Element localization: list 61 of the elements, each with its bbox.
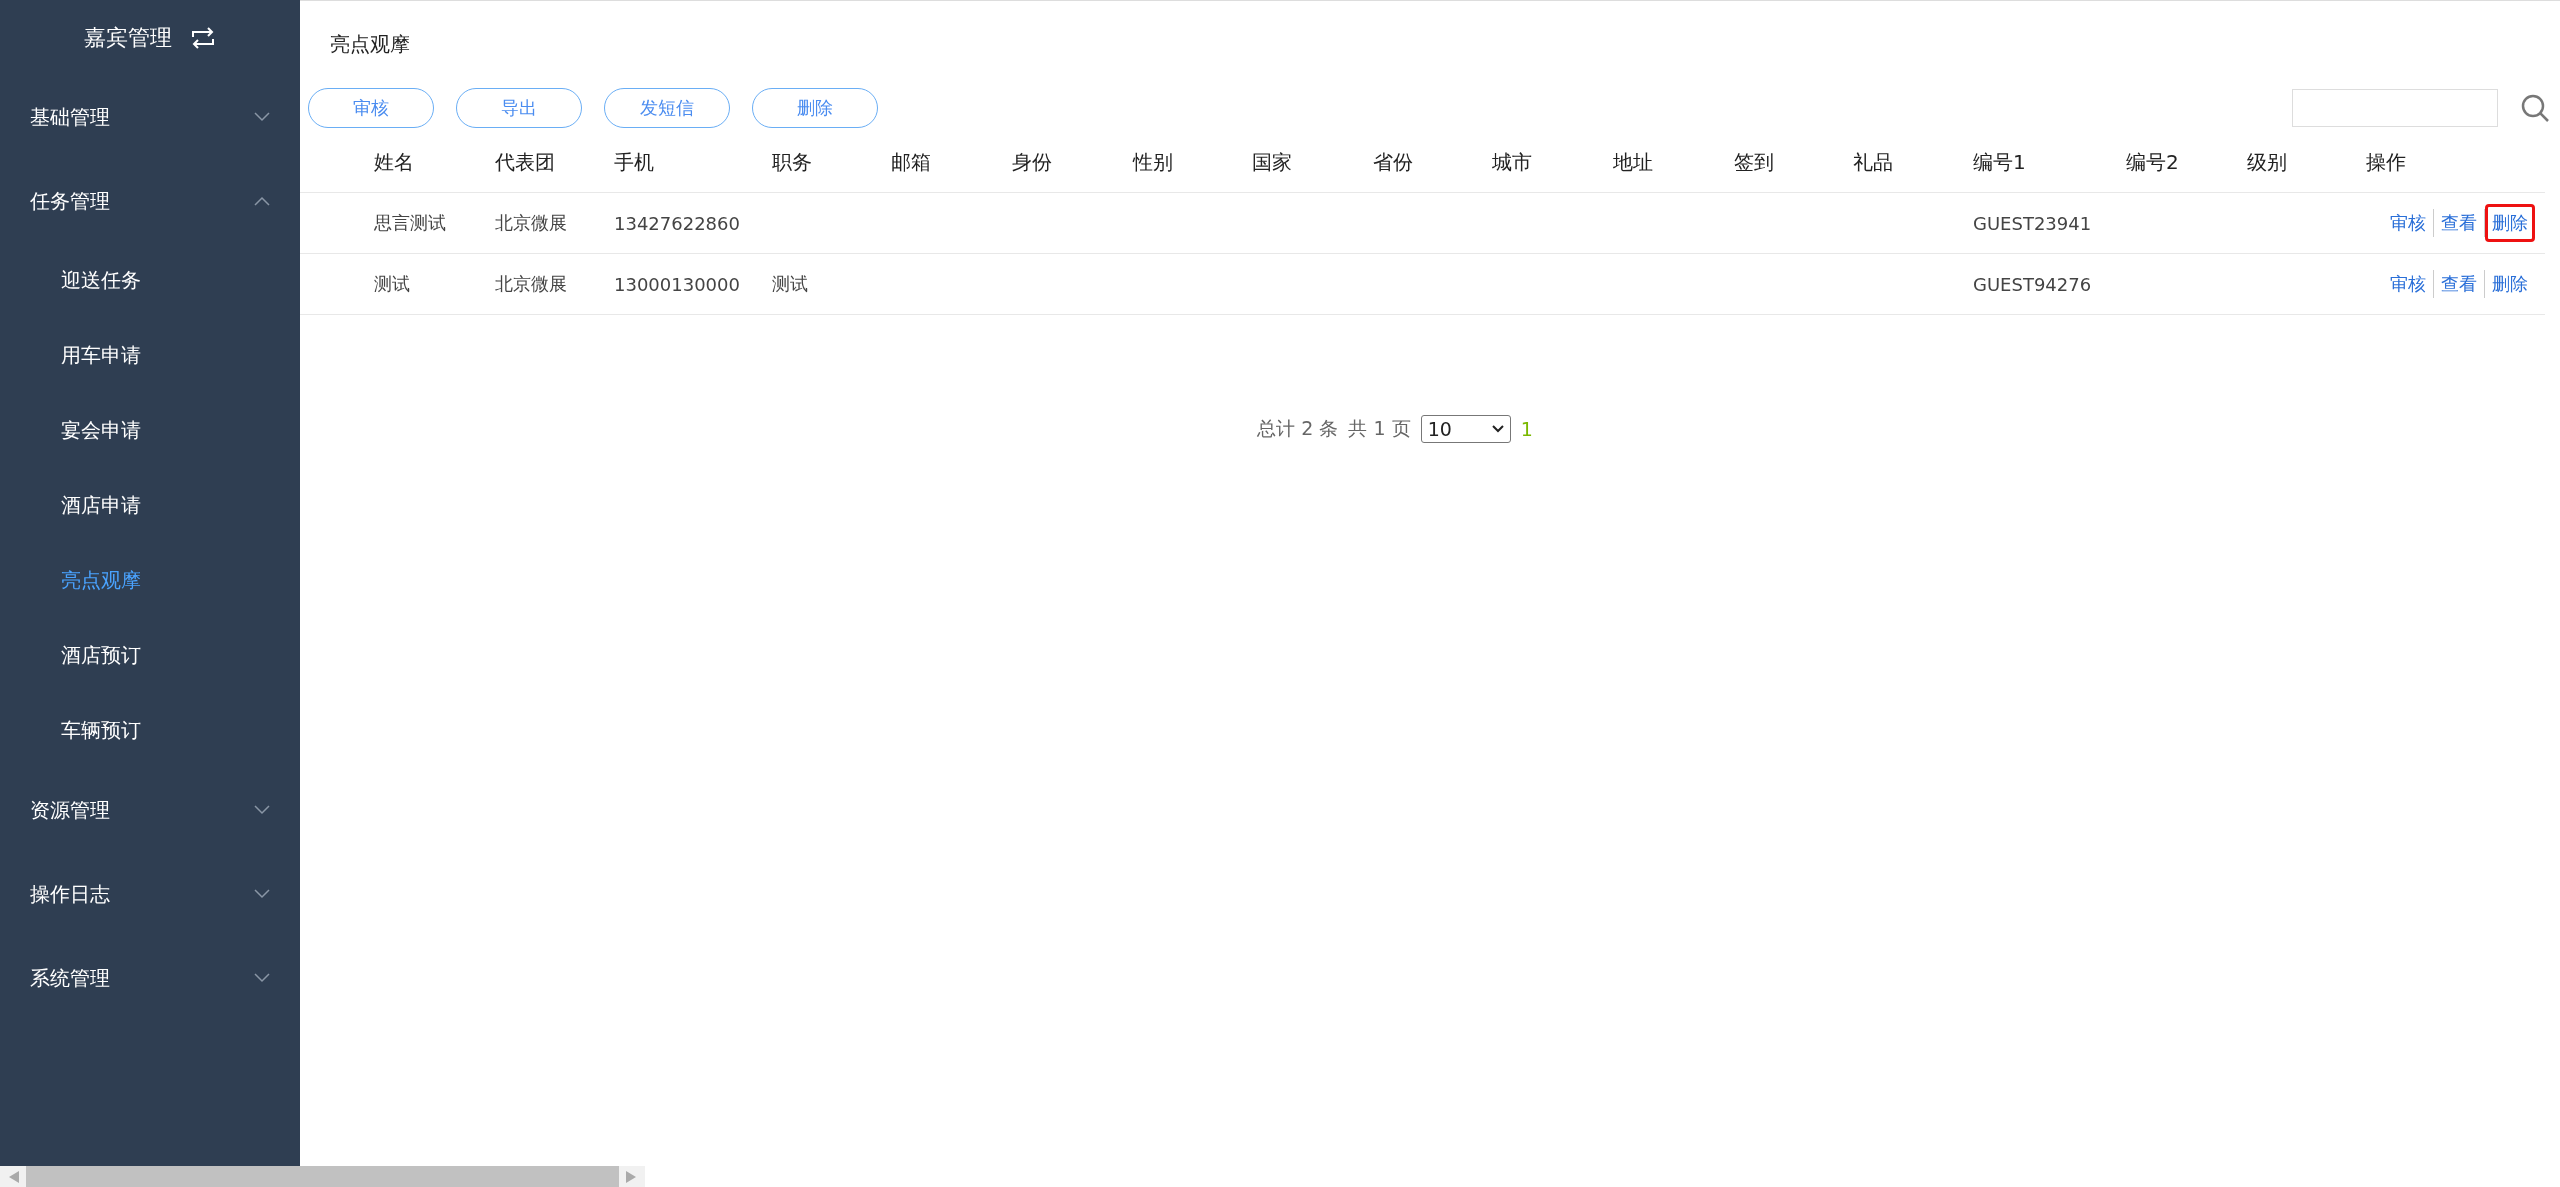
page-size-select[interactable]: 10 — [1420, 415, 1511, 443]
menu-item[interactable]: 酒店预订 — [0, 618, 300, 693]
action-link[interactable]: 审核 — [2383, 265, 2433, 303]
menu-item[interactable]: 车辆预订 — [0, 693, 300, 768]
action-link[interactable]: 审核 — [2383, 204, 2433, 242]
chevron-icon — [254, 196, 270, 206]
scroll-right-icon[interactable] — [625, 1169, 637, 1184]
table-cell: GUEST94276 — [1973, 273, 2092, 295]
menu-item[interactable]: 用车申请 — [0, 318, 300, 393]
menu-group[interactable]: 系统管理 — [0, 936, 300, 1020]
column-header: 地址 — [1613, 148, 1654, 176]
scroll-left-icon[interactable] — [8, 1169, 20, 1184]
column-header: 身份 — [1012, 148, 1053, 176]
menu-item[interactable]: 宴会申请 — [0, 393, 300, 468]
search-icon[interactable] — [2520, 93, 2550, 123]
column-header: 性别 — [1133, 148, 1174, 176]
column-header: 编号2 — [2126, 148, 2180, 176]
menu-item[interactable]: 迎送任务 — [0, 243, 300, 318]
column-header: 级别 — [2247, 148, 2288, 176]
menu-item[interactable]: 亮点观摩 — [0, 543, 300, 618]
column-header: 职务 — [772, 148, 813, 176]
column-header: 姓名 — [374, 148, 415, 176]
table-cell: 13427622860 — [614, 212, 740, 234]
search-field[interactable] — [2292, 89, 2498, 127]
sidebar-title: 嘉宾管理 — [84, 23, 172, 52]
chevron-icon — [254, 889, 270, 899]
column-header: 礼品 — [1853, 148, 1894, 176]
horizontal-scrollbar[interactable] — [0, 1166, 645, 1187]
action-link[interactable]: 删除 — [2485, 265, 2535, 303]
table-cell: 思言测试 — [374, 212, 446, 233]
table-cell: 测试 — [374, 273, 410, 294]
menu-group[interactable]: 资源管理 — [0, 768, 300, 852]
action-link[interactable]: 查看 — [2434, 265, 2484, 303]
menu-group[interactable]: 操作日志 — [0, 852, 300, 936]
swap-arrows-icon[interactable] — [190, 26, 216, 49]
menu-item[interactable]: 酒店申请 — [0, 468, 300, 543]
table-cell: 测试 — [772, 273, 808, 294]
page-count: 共 1 页 — [1348, 416, 1411, 441]
chevron-icon — [254, 973, 270, 983]
table-cell: 13000130000 — [614, 273, 740, 295]
table-cell: 北京微展 — [495, 273, 567, 294]
menu-group[interactable]: 任务管理 — [0, 159, 300, 243]
column-header: 代表团 — [495, 148, 556, 176]
column-header: 手机 — [614, 148, 655, 176]
column-header: 操作 — [2366, 148, 2407, 176]
action-link[interactable]: 删除 — [2485, 204, 2535, 242]
menu-group[interactable]: 基础管理 — [0, 75, 300, 159]
column-header: 省份 — [1373, 148, 1414, 176]
column-header: 邮箱 — [891, 148, 932, 176]
total-count: 总计 2 条 — [1257, 416, 1339, 441]
action-link[interactable]: 查看 — [2434, 204, 2484, 242]
chevron-icon — [254, 112, 270, 122]
column-header: 城市 — [1492, 148, 1533, 176]
column-header: 签到 — [1734, 148, 1775, 176]
page-title: 亮点观摩 — [329, 31, 411, 58]
column-header: 国家 — [1252, 148, 1293, 176]
chevron-icon — [254, 805, 270, 815]
chevron-down-icon — [1491, 425, 1504, 433]
table-cell: 北京微展 — [495, 212, 567, 233]
column-header: 编号1 — [1973, 148, 2027, 176]
table-cell: GUEST23941 — [1973, 212, 2092, 234]
